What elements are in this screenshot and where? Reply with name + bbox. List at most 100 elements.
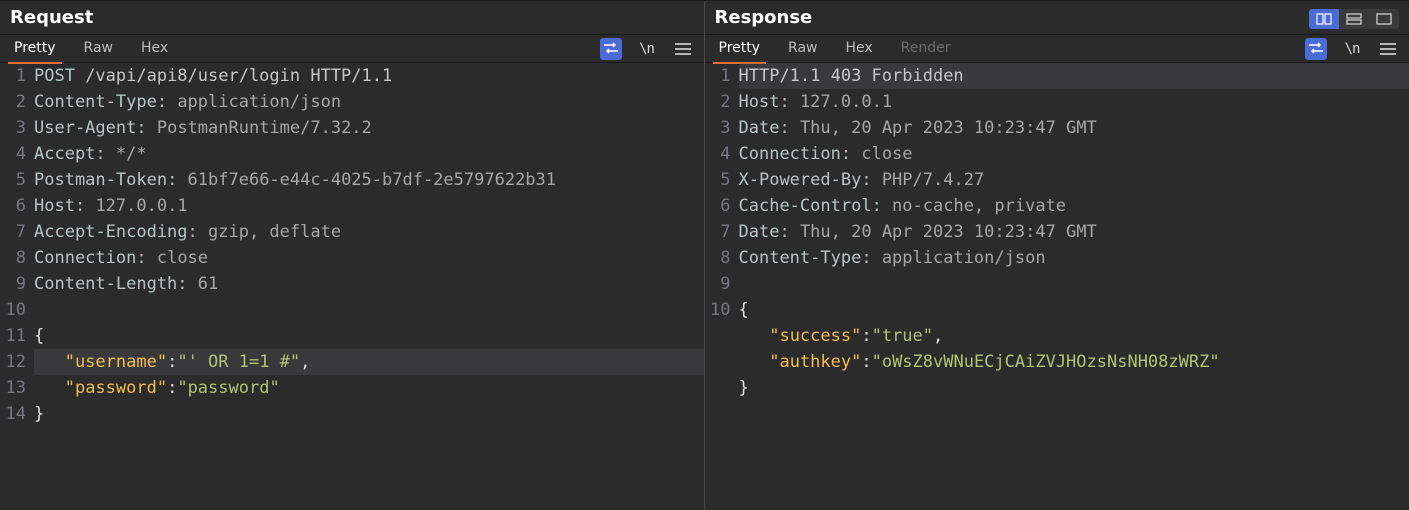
line-wrap-icon: \n [1345,41,1360,57]
code-token: "password" [65,378,167,398]
request-header: Request [0,1,704,35]
code-token: : [167,170,187,190]
code-token: : [136,248,156,268]
code-line[interactable]: User-Agent: PostmanRuntime/7.32.2 [34,115,704,141]
code-token: Connection [739,144,841,164]
tab-pretty[interactable]: Pretty [715,36,765,61]
line-number: 7 [0,219,30,245]
tab-hex[interactable]: Hex [137,36,172,61]
request-tab-row: Pretty Raw Hex \n [0,35,704,63]
code-line[interactable]: "success":"true", [739,323,1409,349]
code-token: Accept [34,144,95,164]
code-token: "success" [769,326,861,346]
code-line[interactable]: } [34,401,704,427]
request-actions-icon[interactable] [600,38,622,60]
tab-raw[interactable]: Raw [784,36,821,61]
code-token: Content-Type [34,92,157,112]
line-number: 10 [705,297,735,323]
line-number: 6 [705,193,735,219]
layout-tabs-button[interactable] [1369,9,1399,29]
code-line[interactable]: "password":"password" [34,375,704,401]
code-line[interactable]: "username":"' OR 1=1 #", [34,349,704,375]
code-line[interactable]: Host: 127.0.0.1 [739,89,1409,115]
code-token: /vapi/api8/user/login HTTP/1.1 [75,66,392,86]
code-token: "password" [177,378,279,398]
code-token: close [157,248,208,268]
code-token: PHP/7.4.27 [882,170,984,190]
code-token [34,378,65,398]
code-line[interactable]: POST /vapi/api8/user/login HTTP/1.1 [34,63,704,89]
code-line[interactable]: { [34,323,704,349]
request-code[interactable]: POST /vapi/api8/user/login HTTP/1.1Conte… [30,63,704,510]
code-token: Date [739,222,780,242]
code-line[interactable]: Postman-Token: 61bf7e66-e44c-4025-b7df-2… [34,167,704,193]
request-tools: \n [600,38,694,60]
code-line[interactable]: Content-Type: application/json [34,89,704,115]
layout-columns-button[interactable] [1309,9,1339,29]
code-token: : [75,196,95,216]
code-line[interactable]: Accept-Encoding: gzip, deflate [34,219,704,245]
request-tabs: Pretty Raw Hex [10,36,172,61]
code-line[interactable]: } [739,375,1409,401]
code-line[interactable]: "authkey":"oWsZ8vWNuECjCAiZVJHOzsNsNH08z… [739,349,1409,375]
code-token: Connection [34,248,136,268]
line-number: 1 [0,63,30,89]
request-menu[interactable] [672,38,694,60]
line-number: 7 [705,219,735,245]
code-token: Content-Type [739,248,862,268]
code-line[interactable]: Content-Length: 61 [34,271,704,297]
request-pane: Request Pretty Raw Hex \n [0,1,705,510]
code-token: X-Powered-By [739,170,862,190]
code-line[interactable]: Host: 127.0.0.1 [34,193,704,219]
code-token: : [177,274,197,294]
line-number: 9 [705,271,735,297]
response-gutter: 12345678910 [705,63,735,510]
tab-pretty[interactable]: Pretty [10,36,60,61]
code-token: HTTP/1.1 403 Forbidden [739,66,964,86]
code-line[interactable]: { [739,297,1409,323]
code-line[interactable]: Content-Type: application/json [739,245,1409,271]
code-token [739,326,770,346]
code-line[interactable]: Connection: close [34,245,704,271]
response-code[interactable]: HTTP/1.1 403 ForbiddenHost: 127.0.0.1Dat… [735,63,1409,510]
response-pane: Response PrettyRawHexRender \n [705,1,1409,510]
code-token: : [841,144,861,164]
layout-rows-button[interactable] [1339,9,1369,29]
code-line[interactable] [739,271,1409,297]
line-number: 4 [705,141,735,167]
tab-raw[interactable]: Raw [80,36,117,61]
code-token: , [933,326,943,346]
line-number: 3 [0,115,30,141]
code-token: Thu, 20 Apr 2023 10:23:47 GMT [800,118,1097,138]
code-line[interactable]: Accept: */* [34,141,704,167]
response-actions-icon[interactable] [1305,38,1327,60]
code-line[interactable]: Date: Thu, 20 Apr 2023 10:23:47 GMT [739,219,1409,245]
response-editor[interactable]: 12345678910 HTTP/1.1 403 Forbidden Host: … [705,63,1409,510]
code-token: POST [34,66,75,86]
line-number: 5 [705,167,735,193]
code-line[interactable]: HTTP/1.1 403 Forbidden [739,63,1409,89]
code-token: 127.0.0.1 [95,196,187,216]
code-token: Host [34,196,75,216]
code-token: : [861,248,881,268]
root: Request Pretty Raw Hex \n [0,0,1409,510]
request-editor[interactable]: 1234567891011121314 POST /vapi/api8/user… [0,63,704,510]
line-number: 8 [705,245,735,271]
code-line[interactable]: Cache-Control: no-cache, private [739,193,1409,219]
code-token: : [779,118,799,138]
code-token: : [861,352,871,372]
code-line[interactable] [34,297,704,323]
line-wrap-toggle[interactable]: \n [636,38,658,60]
code-token: : [861,326,871,346]
code-line[interactable]: X-Powered-By: PHP/7.4.27 [739,167,1409,193]
code-line[interactable]: Connection: close [739,141,1409,167]
code-token: close [861,144,912,164]
line-number: 4 [0,141,30,167]
code-token: Content-Length [34,274,177,294]
line-number: 10 [0,297,30,323]
code-line[interactable]: Date: Thu, 20 Apr 2023 10:23:47 GMT [739,115,1409,141]
line-wrap-toggle[interactable]: \n [1341,38,1363,60]
tab-hex[interactable]: Hex [841,36,876,61]
response-menu[interactable] [1377,38,1399,60]
line-number [705,349,735,375]
